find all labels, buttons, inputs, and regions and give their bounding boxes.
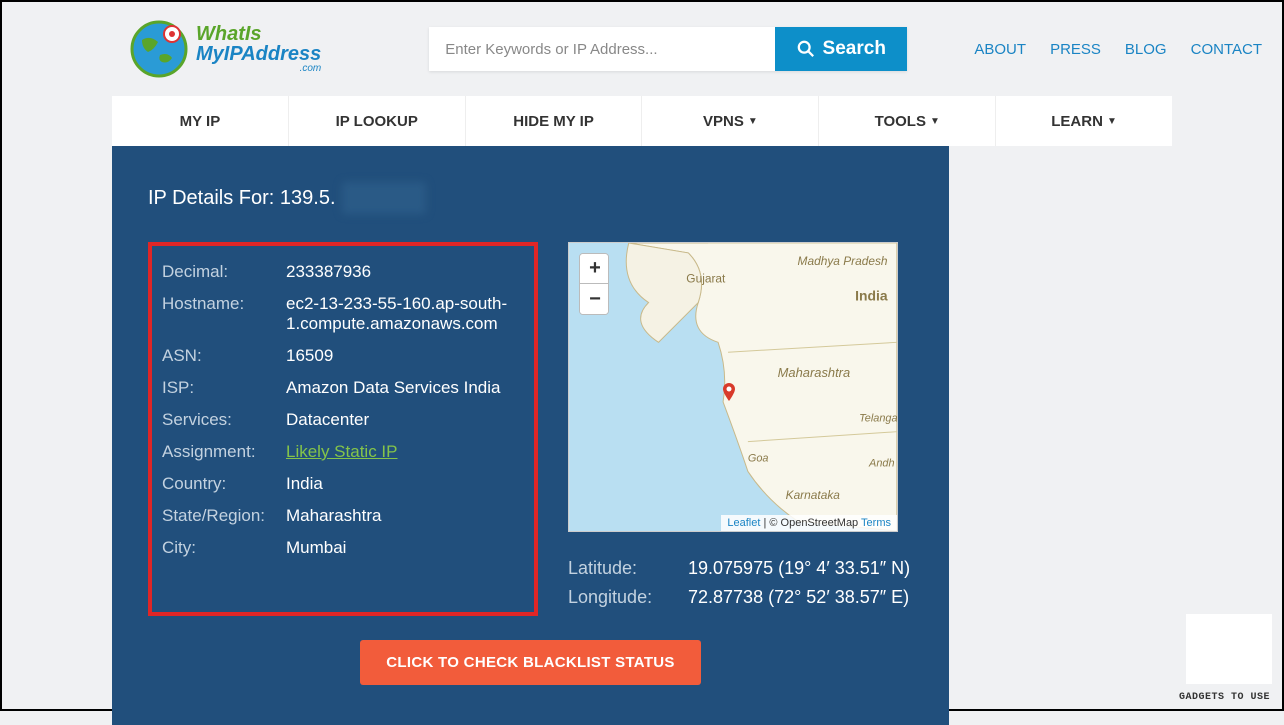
label: Decimal: (162, 262, 286, 282)
detail-isp: ISP: Amazon Data Services India (162, 378, 522, 398)
attr-sep: | © OpenStreetMap (760, 517, 861, 529)
nav-ip-lookup[interactable]: IP LOOKUP (289, 96, 466, 146)
nav-label: VPNS (703, 113, 744, 130)
nav-tools[interactable]: TOOLS ▼ (819, 96, 996, 146)
logo-line2: MyIPAddress (196, 44, 321, 64)
top-link-press[interactable]: PRESS (1050, 41, 1101, 58)
ip-heading: IP Details For: 139.5. (148, 182, 913, 214)
svg-text:Karnataka: Karnataka (786, 488, 841, 502)
detail-asn: ASN: 16509 (162, 346, 522, 366)
value: Mumbai (286, 538, 346, 558)
label: ISP: (162, 378, 286, 398)
zoom-in-button[interactable]: + (580, 254, 609, 284)
coordinates: Latitude: 19.075975 (19° 4′ 33.51″ N) Lo… (568, 558, 913, 608)
top-link-about[interactable]: ABOUT (974, 41, 1026, 58)
top-link-blog[interactable]: BLOG (1125, 41, 1167, 58)
zoom-control: + − (579, 253, 609, 315)
label: Services: (162, 410, 286, 430)
chevron-down-icon: ▼ (930, 116, 940, 127)
search-input[interactable] (429, 27, 775, 71)
top-header: WhatIs MyIPAddress .com Search ABOUT PRE… (2, 2, 1282, 96)
map-pin-icon (723, 383, 735, 401)
nav-label: IP LOOKUP (336, 113, 418, 130)
top-links: ABOUT PRESS BLOG CONTACT (974, 41, 1262, 58)
map[interactable]: Gujarat Madhya Pradesh India Maharashtra… (568, 242, 898, 532)
detail-services: Services: Datacenter (162, 410, 522, 430)
ip-redacted (342, 182, 426, 214)
value: Maharashtra (286, 506, 381, 526)
map-attribution: Leaflet | © OpenStreetMap Terms (721, 515, 897, 531)
right-column: Gujarat Madhya Pradesh India Maharashtra… (568, 242, 913, 616)
search-wrap: Search (429, 27, 907, 71)
svg-text:India: India (855, 288, 888, 304)
search-button-label: Search (823, 38, 886, 60)
label: ASN: (162, 346, 286, 366)
detail-hostname: Hostname: ec2-13-233-55-160.ap-south-1.c… (162, 294, 522, 334)
nav-label: MY IP (180, 113, 221, 130)
chevron-down-icon: ▼ (1107, 116, 1117, 127)
detail-country: Country: India (162, 474, 522, 494)
ip-heading-text: IP Details For: 139.5. (148, 187, 336, 210)
ip-details-panel: IP Details For: 139.5. Decimal: 23338793… (112, 146, 949, 725)
svg-text:Madhya Pradesh: Madhya Pradesh (798, 254, 888, 268)
value: 72.87738 (72° 52′ 38.57″ E) (688, 587, 909, 608)
svg-text:Telanga: Telanga (859, 413, 897, 425)
detail-decimal: Decimal: 233387936 (162, 262, 522, 282)
value: India (286, 474, 323, 494)
zoom-out-button[interactable]: − (580, 284, 609, 314)
nav-label: TOOLS (875, 113, 926, 130)
check-blacklist-button[interactable]: CLICK TO CHECK BLACKLIST STATUS (360, 640, 700, 685)
label: City: (162, 538, 286, 558)
label: Longitude: (568, 587, 688, 608)
search-button[interactable]: Search (775, 27, 907, 71)
nav-vpns[interactable]: VPNS ▼ (642, 96, 819, 146)
label: Latitude: (568, 558, 688, 579)
leaflet-link[interactable]: Leaflet (727, 517, 760, 529)
label: State/Region: (162, 506, 286, 526)
sidebar-ad-placeholder (1186, 614, 1272, 684)
nav-hide-my-ip[interactable]: HIDE MY IP (466, 96, 643, 146)
detail-assignment: Assignment: Likely Static IP (162, 442, 522, 462)
globe-icon (130, 20, 188, 78)
detail-region: State/Region: Maharashtra (162, 506, 522, 526)
label: Assignment: (162, 442, 286, 462)
detail-city: City: Mumbai (162, 538, 522, 558)
terms-link[interactable]: Terms (861, 517, 891, 529)
watermark: GADGETS TO USE (1179, 692, 1270, 703)
logo-sub: .com (300, 64, 322, 74)
value: ec2-13-233-55-160.ap-south-1.compute.ama… (286, 294, 522, 334)
nav-learn[interactable]: LEARN ▼ (996, 96, 1172, 146)
logo-text: WhatIs MyIPAddress .com (196, 24, 321, 74)
search-icon (797, 40, 815, 58)
value: 16509 (286, 346, 333, 366)
latitude-line: Latitude: 19.075975 (19° 4′ 33.51″ N) (568, 558, 913, 579)
svg-text:Goa: Goa (748, 452, 769, 464)
value: 19.075975 (19° 4′ 33.51″ N) (688, 558, 910, 579)
nav-label: HIDE MY IP (513, 113, 594, 130)
detail-row: Decimal: 233387936 Hostname: ec2-13-233-… (148, 242, 913, 616)
nav-my-ip[interactable]: MY IP (112, 96, 289, 146)
label: Country: (162, 474, 286, 494)
assignment-link[interactable]: Likely Static IP (286, 442, 398, 462)
nav-label: LEARN (1051, 113, 1103, 130)
ip-details-box: Decimal: 233387936 Hostname: ec2-13-233-… (148, 242, 538, 616)
top-link-contact[interactable]: CONTACT (1191, 41, 1262, 58)
longitude-line: Longitude: 72.87738 (72° 52′ 38.57″ E) (568, 587, 913, 608)
chevron-down-icon: ▼ (748, 116, 758, 127)
value: 233387936 (286, 262, 371, 282)
value: Datacenter (286, 410, 369, 430)
svg-text:Gujarat: Gujarat (686, 272, 726, 286)
main-nav: MY IP IP LOOKUP HIDE MY IP VPNS▼ TOOLS▼ … (112, 96, 1172, 146)
svg-text:Andh: Andh (868, 457, 894, 469)
logo-line1: WhatIs (196, 24, 321, 44)
value: Amazon Data Services India (286, 378, 501, 398)
label: Hostname: (162, 294, 286, 334)
site-logo[interactable]: WhatIs MyIPAddress .com (130, 20, 321, 78)
svg-text:Maharashtra: Maharashtra (778, 365, 850, 380)
